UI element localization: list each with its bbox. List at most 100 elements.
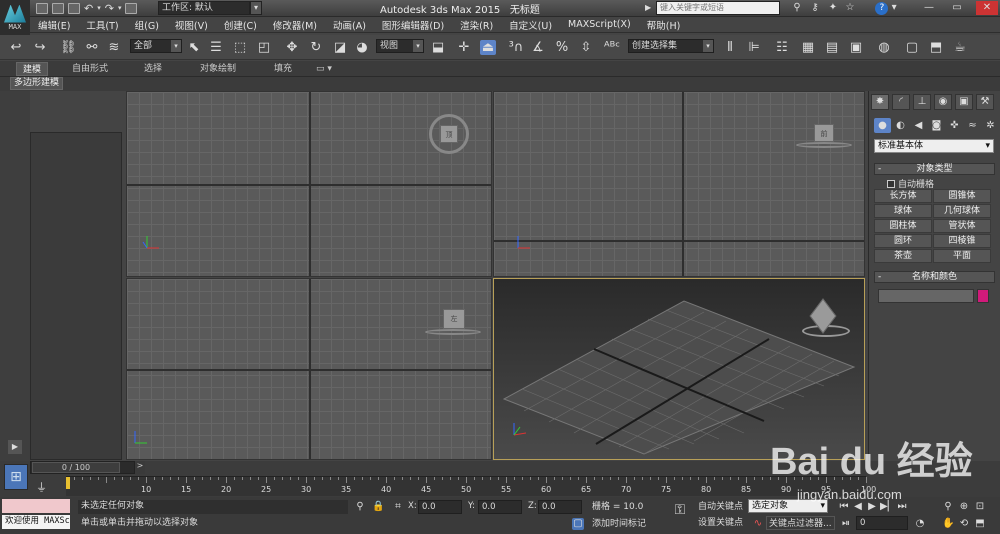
absolute-mode-icon[interactable]: ⌗ [392, 501, 404, 513]
material-editor-icon[interactable]: ◍ [876, 40, 892, 55]
orbit-icon[interactable]: ⟲ [958, 518, 970, 530]
current-frame-input[interactable]: 0 [856, 516, 908, 530]
move-icon[interactable]: ✥ [284, 40, 300, 55]
key-filter-icon[interactable]: ∿ [752, 518, 764, 530]
spacewarps-icon[interactable]: ≈ [964, 118, 981, 133]
tab-display[interactable]: ▣ [955, 94, 973, 110]
maximize-viewport-icon[interactable]: ⬒ [974, 518, 986, 530]
spinner-snap-icon[interactable]: ⇳ [578, 40, 594, 55]
menu-item[interactable]: 图形编辑器(D) [374, 18, 452, 32]
layer-manager-icon[interactable]: ☷ [774, 40, 790, 55]
maximize-icon[interactable]: ▭ [950, 1, 964, 15]
tab-ribbon-3[interactable]: 对象绘制 [194, 62, 242, 76]
star-icon[interactable]: ☆ [843, 1, 857, 15]
ribbon-expand-icon[interactable]: ▭ ▾ [310, 62, 338, 76]
helpers-icon[interactable]: ✜ [946, 118, 963, 133]
menu-item[interactable]: 视图(V) [167, 18, 216, 32]
tab-polygon-modeling[interactable]: 多边形建模 [10, 77, 64, 90]
snaps-toggle-icon[interactable]: ³∩ [508, 40, 524, 55]
rect-selection-icon[interactable]: ⬚ [232, 40, 248, 55]
link-icon[interactable]: ⛓ [60, 40, 77, 55]
selection-filter-dropdown[interactable]: 全部 ▾ [130, 39, 182, 53]
maxscript-mini-listener[interactable]: 欢迎使用 MAXSc [2, 515, 70, 529]
undo-icon[interactable]: ↩ [8, 40, 24, 55]
z-coordinate-input[interactable]: 0.0 [538, 500, 582, 514]
lights-icon[interactable]: ◀ [910, 118, 927, 133]
pivot-center-icon[interactable]: ⬓ [430, 40, 446, 55]
tab-ribbon-0[interactable]: 建模 [16, 62, 49, 76]
object-color-swatch[interactable] [977, 289, 989, 303]
teapot-button[interactable]: 茶壶 [874, 249, 932, 263]
key-mode-toggle-icon[interactable]: ⏯ [840, 518, 852, 530]
y-coordinate-input[interactable]: 0.0 [478, 500, 522, 514]
tab-motion[interactable]: ◉ [934, 94, 952, 110]
x-coordinate-input[interactable]: 0.0 [418, 500, 462, 514]
redo-icon[interactable]: ↷ [105, 2, 114, 15]
object-name-input[interactable] [878, 289, 974, 303]
bind-spacewarp-icon[interactable]: ≋ [106, 40, 122, 55]
community-icon[interactable]: ✦ [826, 1, 840, 15]
open-file-icon[interactable] [52, 2, 64, 14]
save-file-icon[interactable] [68, 2, 80, 14]
viewport-layout-icon[interactable]: ⊞ [4, 464, 28, 490]
play-icon[interactable]: ▶ [866, 501, 878, 513]
tab-modify[interactable]: ◜ [892, 94, 910, 110]
percent-snap-icon[interactable]: % [554, 40, 570, 55]
pyramid-button[interactable]: 四棱锥 [933, 234, 991, 248]
angle-snap-icon[interactable]: ∡ [530, 40, 546, 55]
maxscript-listener-pink[interactable] [2, 499, 70, 513]
place-icon[interactable]: ◕ [354, 40, 370, 55]
menu-item[interactable]: 自定义(U) [501, 18, 560, 32]
set-key-icon[interactable]: ⚿ [670, 503, 690, 517]
binoculars-icon[interactable]: ⚲ [790, 1, 804, 15]
mini-curve-editor-icon[interactable]: ⏚ [36, 479, 47, 495]
geosphere-button[interactable]: 几何球体 [933, 204, 991, 218]
go-to-start-icon[interactable]: ⏮ [838, 501, 850, 513]
new-file-icon[interactable] [36, 2, 48, 14]
next-frame-icon[interactable]: ▶▏ [880, 501, 895, 513]
menu-item[interactable]: 修改器(M) [265, 18, 325, 32]
time-slider-thumb[interactable]: 0 / 100 [32, 462, 120, 473]
shapes-icon[interactable]: ◐ [892, 118, 909, 133]
unlink-icon[interactable]: ⚯ [84, 40, 100, 55]
cone-button[interactable]: 圆锥体 [933, 189, 991, 203]
cylinder-button[interactable]: 圆柱体 [874, 219, 932, 233]
previous-frame-icon[interactable]: ◀ [852, 501, 864, 513]
geometry-icon[interactable]: ● [874, 118, 891, 133]
tab-hierarchy[interactable]: ⊥ [913, 94, 931, 110]
app-menu-button[interactable]: MAX [0, 0, 30, 35]
redo-dropdown-icon[interactable]: ▾ [118, 4, 122, 12]
auto-key-button[interactable]: 自动关键点 [698, 500, 743, 514]
tab-utilities[interactable]: ⚒ [976, 94, 994, 110]
zoom-all-icon[interactable]: ⊕ [958, 501, 970, 513]
close-icon[interactable]: ✕ [976, 1, 998, 15]
current-frame-marker[interactable] [66, 477, 70, 489]
tube-button[interactable]: 管状体 [933, 219, 991, 233]
undo-dropdown-icon[interactable]: ▾ [97, 4, 101, 12]
slider-next-arrow-icon[interactable]: > [135, 461, 145, 474]
align-icon[interactable]: ⊫ [746, 40, 762, 55]
menu-item[interactable]: 组(G) [127, 18, 167, 32]
manipulate-icon[interactable]: ✛ [456, 40, 472, 55]
object-type-rollout[interactable]: - 对象类型 [874, 163, 995, 175]
go-to-end-icon[interactable]: ⏭ [896, 501, 908, 513]
viewcube-icon[interactable] [800, 298, 850, 339]
rendered-frame-icon[interactable]: ⬒ [928, 40, 944, 55]
menu-item[interactable]: 帮助(H) [639, 18, 689, 32]
expand-arrow-icon[interactable]: ▶ [8, 440, 22, 454]
menu-item[interactable]: 编辑(E) [30, 18, 78, 32]
viewcube-label[interactable]: 前 [814, 124, 834, 142]
viewport-left[interactable]: 左 [126, 278, 492, 460]
zoom-icon[interactable]: ⚲ [942, 501, 954, 513]
render-setup-icon[interactable]: ▢ [904, 40, 920, 55]
box-button[interactable]: 长方体 [874, 189, 932, 203]
render-teapot-icon[interactable]: ☕ [952, 40, 968, 55]
isolate-selection-icon[interactable]: ⚲ [354, 501, 366, 513]
graphite-toolbar-icon[interactable]: ▦ [800, 40, 816, 55]
viewport-front[interactable]: 前 [493, 91, 865, 277]
torus-button[interactable]: 圆环 [874, 234, 932, 248]
rotate-icon[interactable]: ↻ [308, 40, 324, 55]
viewcube-label[interactable]: 左 [443, 309, 465, 329]
key-filters-button[interactable]: 关键点过滤器... [766, 516, 835, 530]
help-dropdown[interactable]: ? ▾ [866, 1, 906, 15]
